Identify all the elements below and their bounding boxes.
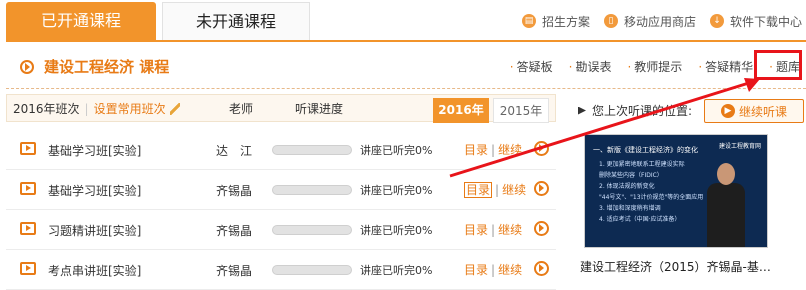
- table-row: 基础学习班[实验] 达 江 讲座已听完0% 目录 | 继续: [6, 130, 556, 170]
- progress-header: 听课进度: [295, 101, 344, 116]
- teacher-name: 齐锡晶: [216, 264, 253, 278]
- table-row: 习题精讲班[实验] 齐锡晶 讲座已听完0% 目录 | 继续: [6, 210, 556, 250]
- class-name[interactable]: 基础学习班[实验]: [48, 182, 141, 199]
- top-link-label: 移动应用商店: [623, 14, 696, 29]
- year-tab-2016[interactable]: 2016年: [433, 98, 489, 123]
- download-icon: ↓: [709, 14, 724, 28]
- class-name[interactable]: 考点串讲班[实验]: [48, 262, 141, 279]
- video-thumbnail[interactable]: 一、新版《建设工程经济》的变化 建设工程教育网 1. 更加紧密地联系工程建设实际…: [584, 134, 768, 248]
- dashed-divider: [6, 88, 806, 89]
- class-year-label: 2016年班次: [13, 101, 80, 116]
- teacher-name: 齐锡晶: [216, 224, 253, 238]
- top-links: ▤ 招生方案 ▯ 移动应用商店 ↓ 软件下载中心: [521, 2, 802, 40]
- video-icon: [20, 262, 36, 275]
- course-title: 建设工程经济 课程: [20, 56, 169, 77]
- thumbnail-title: 一、新版《建设工程经济》的变化: [593, 146, 698, 154]
- teacher-header: 老师: [229, 101, 254, 116]
- teacher-name: 达 江: [216, 144, 253, 158]
- set-common-class-link[interactable]: 设置常用班次: [94, 102, 166, 116]
- continue-listening-button[interactable]: ▶ 继续听课: [704, 99, 804, 123]
- last-watched-heading: 您上次听课的位置:: [578, 102, 692, 119]
- progress-status: 讲座已听完0%: [360, 144, 433, 157]
- link-qa-board[interactable]: · 答疑板: [510, 58, 553, 75]
- teacher-name: 齐锡晶: [216, 184, 253, 198]
- progress-status: 讲座已听完0%: [360, 224, 433, 237]
- pencil-icon[interactable]: [169, 103, 180, 115]
- lecturer-figure: [705, 163, 745, 247]
- course-title-text: 建设工程经济 课程: [44, 58, 170, 76]
- catalog-link[interactable]: 目录: [464, 182, 493, 198]
- top-link-download[interactable]: ↓ 软件下载中心: [709, 13, 802, 30]
- mobile-icon: ▯: [603, 14, 618, 28]
- continue-link[interactable]: 继续: [502, 183, 526, 197]
- link-qa-highlights[interactable]: · 答疑精华: [698, 58, 753, 75]
- year-tab-2015[interactable]: 2015年: [493, 98, 549, 123]
- question-bank-highlight-box: [754, 50, 802, 80]
- video-icon: [20, 222, 36, 235]
- video-icon: [20, 142, 36, 155]
- catalog-link[interactable]: 目录: [464, 143, 488, 157]
- document-icon: ▤: [521, 14, 536, 28]
- course-tabs: 已开通课程 未开通课程 ▤ 招生方案 ▯ 移动应用商店 ↓ 软件下载中心: [6, 2, 806, 42]
- continue-link[interactable]: 继续: [498, 223, 522, 237]
- progress-status: 讲座已听完0%: [360, 184, 433, 197]
- last-watched-label: 您上次听课的位置:: [592, 104, 693, 118]
- play-icon[interactable]: [534, 181, 549, 196]
- table-row: 考点串讲班[实验] 齐锡晶 讲座已听完0% 目录 | 继续: [6, 250, 556, 290]
- class-name[interactable]: 习题精讲班[实验]: [48, 222, 141, 239]
- play-circle-icon: [20, 59, 34, 74]
- play-icon: ▶: [720, 104, 735, 118]
- play-icon[interactable]: [534, 221, 549, 236]
- play-icon[interactable]: [534, 141, 549, 156]
- top-link-app-store[interactable]: ▯ 移动应用商店: [603, 13, 696, 30]
- progress-bar: [272, 185, 352, 195]
- course-table: 2016年班次 | 设置常用班次 老师 听课进度 2016年 2015年 基础学习班…: [6, 94, 556, 290]
- continue-link[interactable]: 继续: [498, 143, 522, 157]
- video-caption[interactable]: 建设工程经济（2015）齐锡晶-基…: [580, 258, 771, 275]
- top-link-label: 软件下载中心: [729, 14, 802, 29]
- progress-bar: [272, 145, 352, 155]
- course-header: 建设工程经济 课程 · 答疑板 · 勘误表 · 教师提示 · 答疑精华 · 题库: [6, 44, 806, 90]
- video-icon: [20, 182, 36, 195]
- class-name[interactable]: 基础学习班[实验]: [48, 142, 141, 159]
- top-link-label: 招生方案: [541, 14, 590, 29]
- thumbnail-logo: 建设工程教育网: [718, 143, 761, 150]
- progress-bar: [272, 265, 352, 275]
- arrow-marker-icon: [578, 106, 586, 115]
- catalog-link[interactable]: 目录: [464, 223, 488, 237]
- catalog-link[interactable]: 目录: [464, 263, 488, 277]
- class-year-cell: 2016年班次 | 设置常用班次: [13, 100, 180, 117]
- play-icon[interactable]: [534, 261, 549, 276]
- continue-link[interactable]: 继续: [498, 263, 522, 277]
- thumbnail-lines: 1. 更加紧密地联系工程建设实际 删除某些内容（FIDIC） 2. 体现法规的新…: [599, 161, 704, 223]
- progress-bar: [272, 225, 352, 235]
- progress-status: 讲座已听完0%: [360, 264, 433, 277]
- table-header: 2016年班次 | 设置常用班次 老师 听课进度 2016年 2015年: [6, 94, 556, 123]
- last-watched-panel: 您上次听课的位置: ▶ 继续听课 一、新版《建设工程经济》的变化 建设工程教育网…: [564, 94, 806, 287]
- tab-opened-courses[interactable]: 已开通课程: [6, 2, 156, 40]
- continue-button-label: 继续听课: [738, 104, 787, 119]
- top-link-admission[interactable]: ▤ 招生方案: [521, 13, 590, 30]
- tabs-divider: [6, 40, 806, 42]
- tab-unopened-courses[interactable]: 未开通课程: [162, 2, 310, 40]
- table-row: 基础学习班[实验] 齐锡晶 讲座已听完0% 目录 | 继续: [6, 170, 556, 210]
- link-teacher-tips[interactable]: · 教师提示: [627, 58, 682, 75]
- link-errata[interactable]: · 勘误表: [569, 58, 612, 75]
